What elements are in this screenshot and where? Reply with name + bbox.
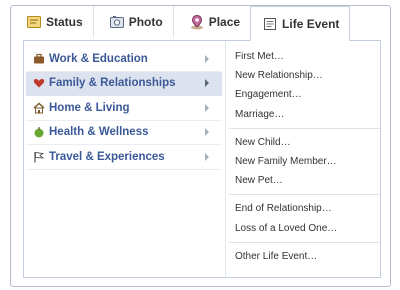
briefcase-icon — [34, 53, 44, 64]
tab-label: Status — [46, 15, 83, 29]
category-item-home-living[interactable]: Home & Living — [26, 96, 222, 121]
chevron-right-icon — [200, 79, 214, 88]
event-item[interactable]: New Relationship… — [227, 66, 380, 85]
event-item[interactable]: End of Relationship… — [227, 199, 380, 218]
tab-photo[interactable]: Photo — [92, 6, 173, 38]
tab-label: Place — [208, 15, 241, 29]
event-item[interactable]: Marriage… — [227, 105, 380, 124]
column-divider — [225, 41, 226, 277]
chevron-right-icon — [200, 103, 214, 112]
category-item-health-wellness[interactable]: Health & Wellness — [26, 121, 222, 145]
category-label: Work & Education — [49, 52, 148, 65]
composer-tabs: Status Photo Place Life Event — [11, 6, 351, 41]
category-label: Family & Relationships — [49, 77, 176, 90]
event-divider — [229, 194, 380, 196]
event-list: First Met… New Relationship… Engagement…… — [227, 47, 380, 266]
category-item-travel-experiences[interactable]: Travel & Experiences — [26, 145, 222, 170]
event-item[interactable]: New Family Member… — [227, 152, 380, 171]
event-divider — [229, 127, 380, 129]
event-item[interactable]: Engagement… — [227, 85, 380, 104]
tab-label: Life Event — [282, 16, 340, 31]
apple-icon — [34, 127, 44, 138]
event-item[interactable]: Loss of a Loved One… — [227, 219, 380, 238]
event-item[interactable]: First Met… — [227, 47, 380, 66]
event-item[interactable]: New Child… — [227, 133, 380, 152]
tab-life-event[interactable]: Life Event — [250, 6, 351, 41]
heart-icon — [33, 79, 45, 88]
life-event-menu: Work & Education Family & Relationships … — [23, 40, 381, 278]
tab-place[interactable]: Place — [172, 6, 250, 38]
photo-icon — [109, 16, 124, 28]
chevron-right-icon — [200, 128, 214, 137]
category-label: Home & Living — [49, 101, 130, 114]
category-list: Work & Education Family & Relationships … — [24, 41, 224, 170]
house-icon — [33, 102, 45, 114]
chevron-right-icon — [200, 54, 214, 63]
chevron-right-icon — [200, 152, 214, 161]
event-divider — [229, 241, 380, 243]
category-label: Travel & Experiences — [49, 150, 165, 163]
event-item[interactable]: New Pet… — [227, 171, 380, 190]
tab-label: Photo — [128, 15, 163, 29]
life-event-icon — [264, 17, 277, 30]
category-item-family-relationships[interactable]: Family & Relationships — [26, 71, 222, 96]
category-item-work-education[interactable]: Work & Education — [26, 47, 222, 72]
place-icon — [190, 14, 203, 30]
status-icon — [27, 16, 41, 28]
flag-icon — [34, 151, 45, 163]
event-item[interactable]: Other Life Event… — [227, 247, 380, 266]
tab-status[interactable]: Status — [11, 6, 93, 38]
category-label: Health & Wellness — [49, 126, 149, 139]
